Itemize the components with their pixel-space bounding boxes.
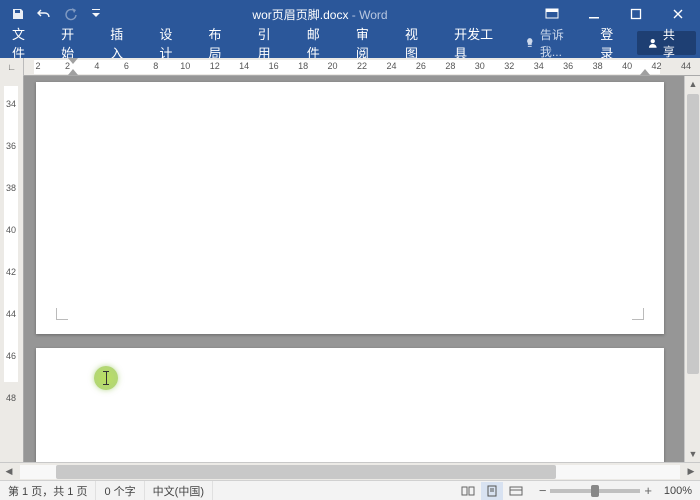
tab-view[interactable]: 视图 bbox=[393, 28, 442, 58]
zoom-slider-knob[interactable] bbox=[591, 485, 599, 497]
ruler-h-scale[interactable]: 2246810121416182022242628303234363840424… bbox=[24, 58, 700, 76]
tab-references[interactable]: 引用 bbox=[246, 28, 295, 58]
ruler-h-tick: 10 bbox=[180, 61, 190, 71]
login-button[interactable]: 登录 bbox=[592, 28, 633, 58]
ruler-v-tick: 44 bbox=[6, 309, 16, 319]
ruler-v-tick: 42 bbox=[6, 267, 16, 277]
ruler-h-tick: 24 bbox=[386, 61, 396, 71]
tell-me-label: 告诉我... bbox=[540, 26, 584, 60]
window-title: wor页眉页脚.docx - Word bbox=[108, 6, 532, 23]
ruler-h-tick: 44 bbox=[681, 61, 691, 71]
ruler-corner: ∟ bbox=[0, 58, 24, 76]
redo-button[interactable] bbox=[58, 2, 82, 26]
zoom-control: − + 100% bbox=[531, 483, 700, 498]
page-gap bbox=[36, 336, 664, 346]
zoom-value[interactable]: 100% bbox=[656, 485, 692, 497]
status-language[interactable]: 中文(中国) bbox=[145, 481, 213, 500]
save-button[interactable] bbox=[6, 2, 30, 26]
ribbon-options-button[interactable] bbox=[532, 0, 572, 28]
undo-button[interactable] bbox=[32, 2, 56, 26]
ruler-h-tick: 38 bbox=[593, 61, 603, 71]
ruler-h-tick: 42 bbox=[652, 61, 662, 71]
ruler-h-tick: 34 bbox=[534, 61, 544, 71]
vertical-scrollbar[interactable]: ▲ ▼ bbox=[684, 76, 700, 462]
ruler-v-tick: 48 bbox=[6, 393, 16, 403]
ruler-h-tick: 22 bbox=[357, 61, 367, 71]
ruler-v-tick: 34 bbox=[6, 99, 16, 109]
right-indent-marker[interactable] bbox=[640, 69, 650, 75]
tab-developer[interactable]: 开发工具 bbox=[442, 28, 516, 58]
ruler-h-tick: 14 bbox=[239, 61, 249, 71]
scroll-down-button[interactable]: ▼ bbox=[685, 446, 700, 462]
ruler-h-tick: 6 bbox=[124, 61, 129, 71]
ruler-h-tick: 26 bbox=[416, 61, 426, 71]
horizontal-scrollbar[interactable]: ◀ ▶ bbox=[0, 462, 700, 480]
zoom-out-button[interactable]: − bbox=[539, 483, 547, 498]
page-2[interactable] bbox=[36, 348, 664, 462]
ruler-v-tick: 38 bbox=[6, 183, 16, 193]
tab-file[interactable]: 文件 bbox=[0, 28, 49, 58]
ruler-h-tick: 36 bbox=[563, 61, 573, 71]
title-bar: wor页眉页脚.docx - Word bbox=[0, 0, 700, 28]
document-workspace: 34 36 38 40 42 44 46 48 ▲ ▼ bbox=[0, 76, 700, 462]
ruler-h-tick: 8 bbox=[153, 61, 158, 71]
ruler-h-tick: 18 bbox=[298, 61, 308, 71]
ruler-h-tick: 4 bbox=[94, 61, 99, 71]
ruler-h-tick: 28 bbox=[445, 61, 455, 71]
share-label: 共享 bbox=[663, 26, 686, 60]
ruler-h-tick: 20 bbox=[328, 61, 338, 71]
text-cursor-icon bbox=[106, 371, 107, 385]
tab-insert[interactable]: 插入 bbox=[98, 28, 147, 58]
ruler-h-tick: 12 bbox=[210, 61, 220, 71]
ruler-h-tick: 32 bbox=[504, 61, 514, 71]
qat-customize-button[interactable] bbox=[84, 2, 108, 26]
scroll-right-button[interactable]: ▶ bbox=[682, 463, 700, 481]
tell-me-search[interactable]: 告诉我... bbox=[516, 28, 592, 58]
cursor-highlight bbox=[94, 366, 118, 390]
ruler-h-tick: 40 bbox=[622, 61, 632, 71]
quick-access-toolbar bbox=[0, 2, 108, 26]
tab-review[interactable]: 审阅 bbox=[344, 28, 393, 58]
tab-mailings[interactable]: 邮件 bbox=[295, 28, 344, 58]
doc-name: wor页眉页脚.docx bbox=[252, 8, 348, 22]
margin-corner-bl bbox=[56, 308, 68, 320]
margin-corner-br bbox=[632, 308, 644, 320]
ruler-h-tick: 2 bbox=[65, 61, 70, 71]
vertical-ruler[interactable]: 34 36 38 40 42 44 46 48 bbox=[0, 76, 24, 462]
hscroll-thumb[interactable] bbox=[56, 465, 556, 479]
zoom-in-button[interactable]: + bbox=[644, 483, 652, 498]
tab-layout[interactable]: 布局 bbox=[197, 28, 246, 58]
share-button[interactable]: 共享 bbox=[637, 31, 696, 55]
document-area[interactable] bbox=[24, 76, 684, 462]
ruler-v-tick: 36 bbox=[6, 141, 16, 151]
hscroll-track[interactable] bbox=[20, 465, 680, 479]
app-name: Word bbox=[359, 8, 387, 22]
status-word-count[interactable]: 0 个字 bbox=[96, 481, 144, 500]
web-layout-button[interactable] bbox=[505, 482, 527, 500]
ribbon-tabs: 文件 开始 插入 设计 布局 引用 邮件 审阅 视图 开发工具 告诉我... 登… bbox=[0, 28, 700, 58]
ruler-h-tick: 30 bbox=[475, 61, 485, 71]
vscroll-thumb[interactable] bbox=[687, 94, 699, 374]
tab-home[interactable]: 开始 bbox=[49, 28, 98, 58]
tab-design[interactable]: 设计 bbox=[147, 28, 196, 58]
horizontal-ruler[interactable]: ∟ 22468101214161820222426283032343638404… bbox=[0, 58, 700, 76]
scroll-left-button[interactable]: ◀ bbox=[0, 463, 18, 481]
read-mode-button[interactable] bbox=[457, 482, 479, 500]
status-bar: 第 1 页，共 1 页 0 个字 中文(中国) − + 100% bbox=[0, 480, 700, 500]
person-icon bbox=[647, 37, 659, 49]
close-button[interactable] bbox=[658, 0, 698, 28]
ruler-h-tick: 2 bbox=[35, 61, 40, 71]
ruler-v-tick: 46 bbox=[6, 351, 16, 361]
lightbulb-icon bbox=[524, 37, 536, 49]
status-page[interactable]: 第 1 页，共 1 页 bbox=[0, 481, 96, 500]
view-switcher bbox=[453, 482, 531, 500]
ruler-h-tick: 16 bbox=[269, 61, 279, 71]
zoom-slider[interactable] bbox=[550, 489, 640, 493]
page-1[interactable] bbox=[36, 82, 664, 334]
scroll-up-button[interactable]: ▲ bbox=[685, 76, 700, 92]
print-layout-button[interactable] bbox=[481, 482, 503, 500]
ruler-v-tick: 40 bbox=[6, 225, 16, 235]
